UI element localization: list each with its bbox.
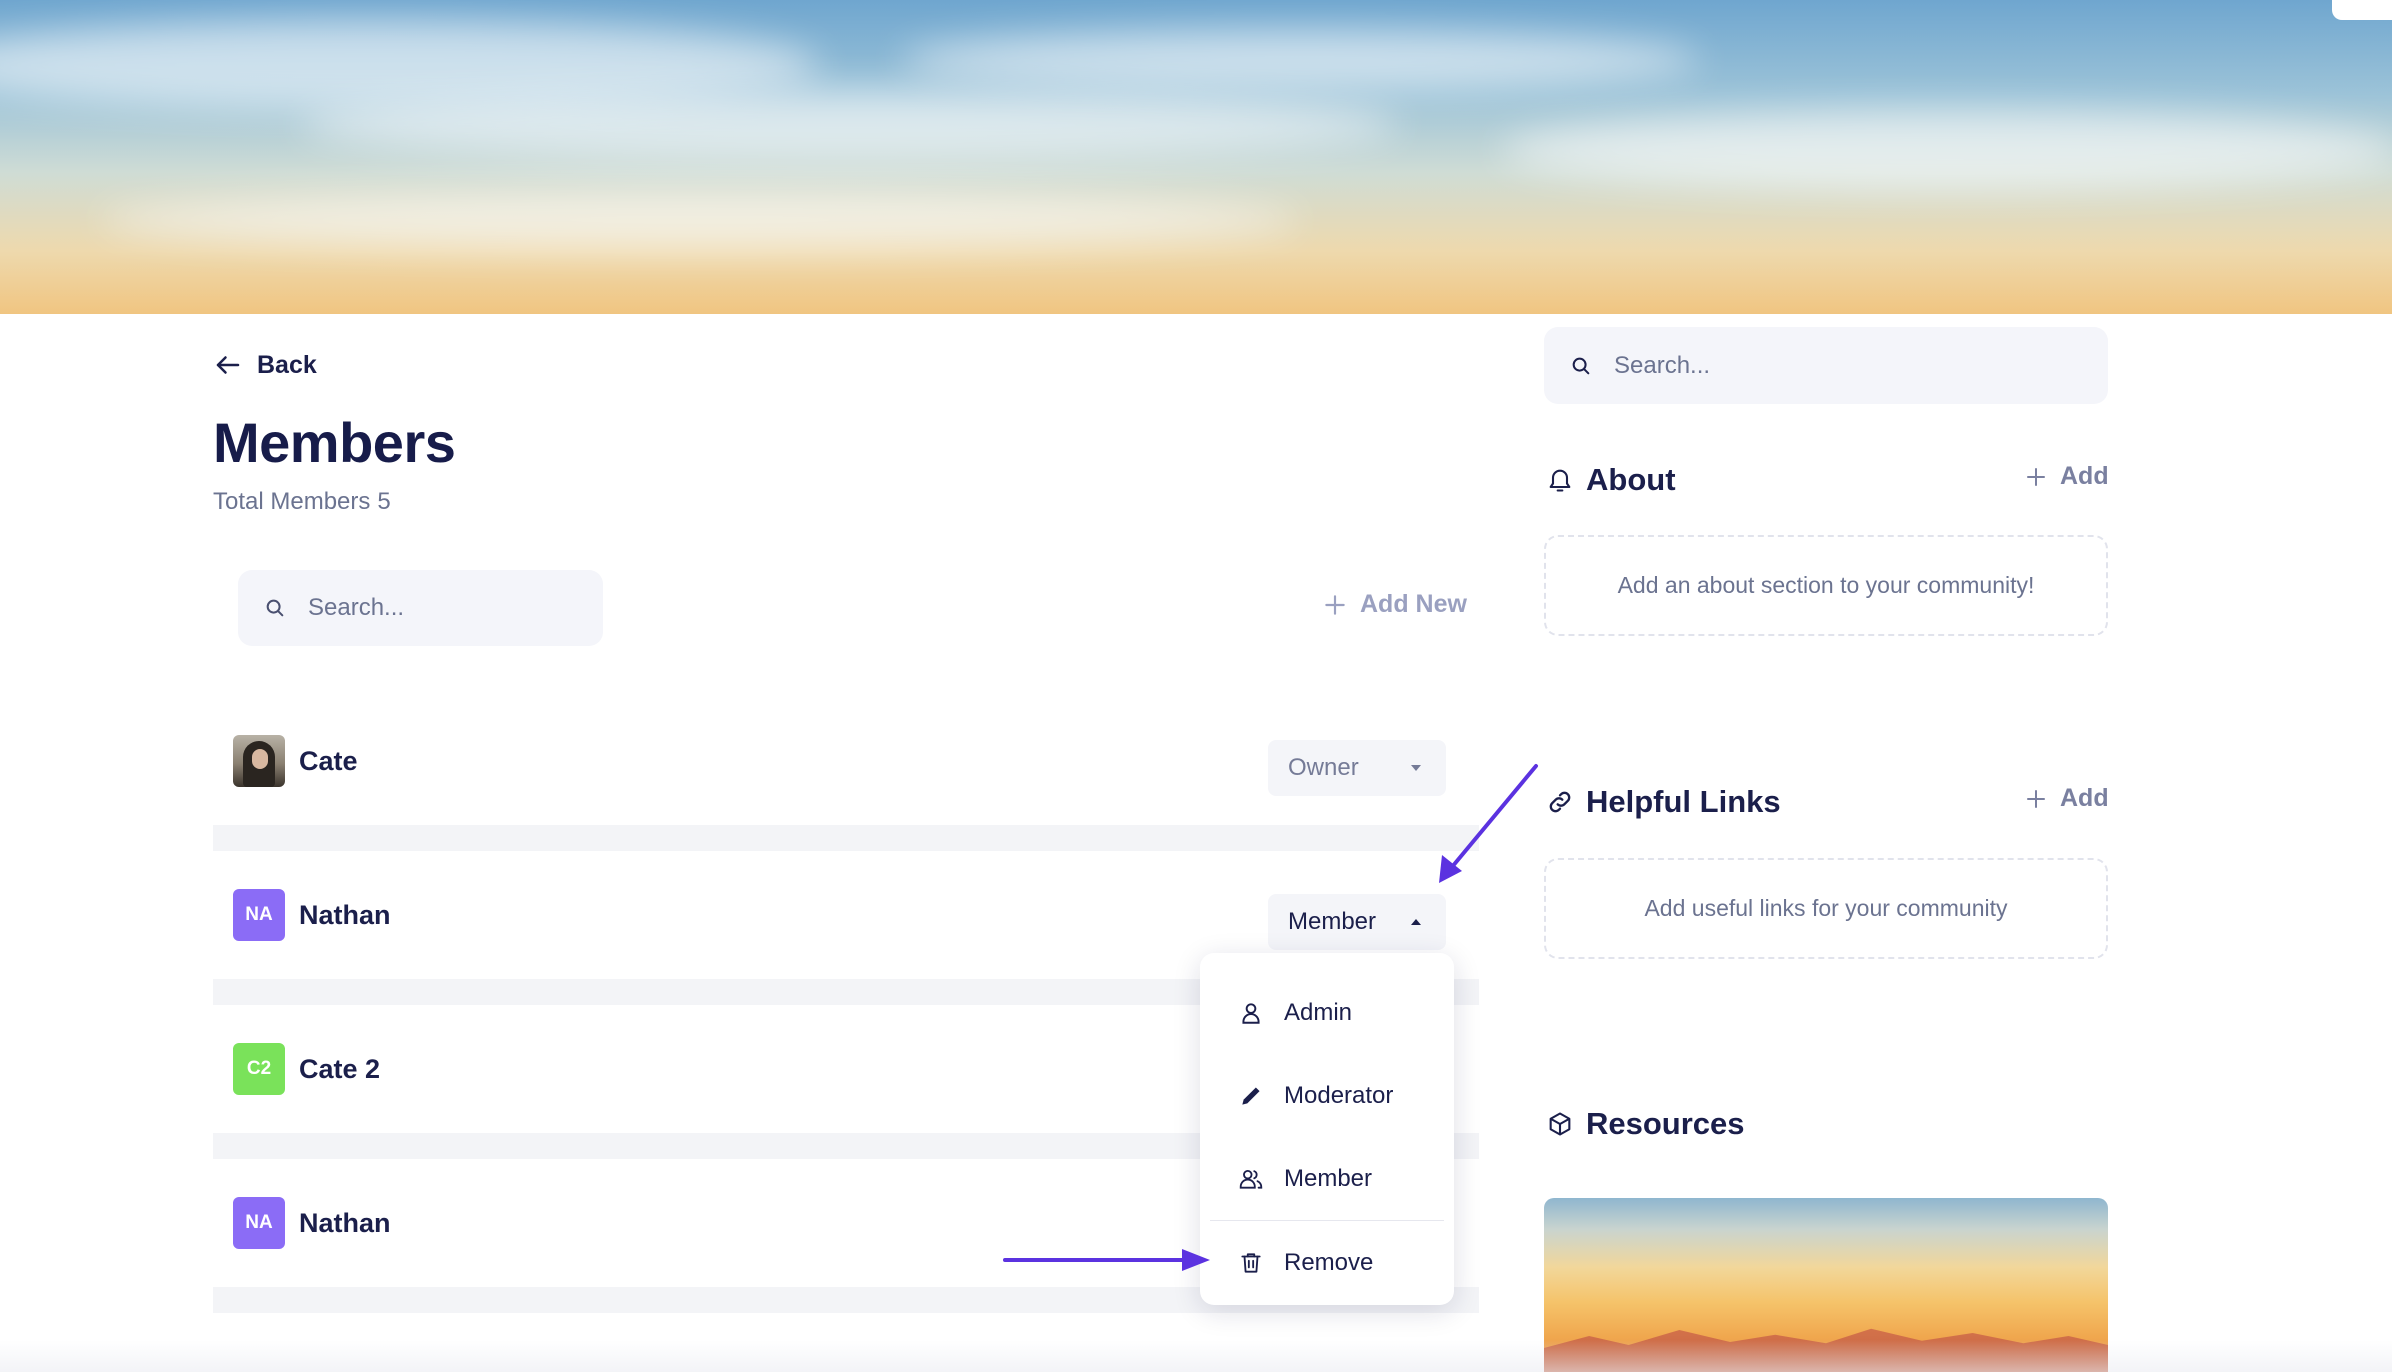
- person-icon: [1242, 1002, 1260, 1024]
- menu-item-label: Remove: [1284, 1248, 1374, 1276]
- members-search-input[interactable]: [308, 594, 577, 622]
- about-header: About: [1546, 462, 1676, 498]
- helpful-links-add-button[interactable]: Add: [2024, 784, 2109, 813]
- link-icon: [1549, 791, 1571, 813]
- member-name: Cate: [299, 745, 358, 776]
- resource-image[interactable]: [1544, 1198, 2108, 1372]
- sidebar-search-input[interactable]: [1614, 351, 2082, 380]
- avatar: [233, 735, 285, 787]
- page-title: Members: [213, 411, 456, 474]
- total-members-label: Total Members: [213, 488, 371, 515]
- add-label: Add: [2060, 462, 2109, 490]
- member-name: Nathan: [299, 899, 391, 930]
- menu-item-member[interactable]: Member: [1200, 1137, 1454, 1220]
- menu-item-label: Member: [1284, 1164, 1373, 1192]
- add-new-label: Add New: [1360, 590, 1467, 618]
- resources-title: Resources: [1586, 1106, 1745, 1141]
- add-label: Add: [2060, 784, 2109, 812]
- avatar: NA: [233, 889, 285, 941]
- caret-up-icon: [1411, 919, 1421, 925]
- plus-icon: [1325, 594, 1345, 615]
- avatar: C2: [233, 1043, 285, 1095]
- users-icon: [1239, 1169, 1263, 1189]
- menu-item-admin[interactable]: Admin: [1200, 971, 1454, 1054]
- resources-header: Resources: [1546, 1106, 1745, 1142]
- menu-item-remove[interactable]: Remove: [1200, 1221, 1454, 1304]
- role-select[interactable]: Member: [1268, 894, 1446, 950]
- menu-item-label: Moderator: [1284, 1081, 1394, 1109]
- role-select-value: Owner: [1288, 754, 1359, 781]
- helpful-links-header: Helpful Links: [1546, 784, 1781, 820]
- search-icon: [1572, 357, 1590, 374]
- sidebar-search-box[interactable]: [1544, 327, 2108, 404]
- member-name: Nathan: [299, 1207, 391, 1238]
- cube-icon: [1549, 1112, 1571, 1136]
- plus-icon: [2027, 789, 2045, 808]
- arrow-left-icon: [216, 356, 240, 374]
- member-row: Cate Owner: [213, 697, 1479, 825]
- banner-settings-button[interactable]: [2332, 0, 2392, 20]
- member-name: Cate 2: [299, 1053, 381, 1084]
- menu-item-label: Admin: [1284, 998, 1353, 1026]
- search-icon: [266, 599, 284, 617]
- add-new-member-button[interactable]: Add New: [1322, 590, 1467, 619]
- members-search-box[interactable]: [238, 570, 603, 646]
- avatar: NA: [233, 1197, 285, 1249]
- role-select-value: Member: [1288, 908, 1377, 935]
- role-dropdown-menu: Admin Moderator Member Remove: [1200, 953, 1454, 1305]
- about-add-button[interactable]: Add: [2024, 462, 2109, 491]
- pencil-icon: [1242, 1086, 1260, 1105]
- total-members-count: 5: [377, 488, 391, 515]
- about-placeholder[interactable]: Add an about section to your community!: [1544, 535, 2108, 636]
- total-members-text: Total Members 5: [213, 488, 391, 516]
- plus-icon: [2027, 467, 2045, 486]
- trash-icon: [1241, 1252, 1261, 1273]
- bell-icon: [1549, 469, 1571, 492]
- role-select[interactable]: Owner: [1268, 740, 1446, 796]
- menu-item-moderator[interactable]: Moderator: [1200, 1054, 1454, 1137]
- helpful-links-title: Helpful Links: [1586, 784, 1781, 819]
- helpful-links-placeholder[interactable]: Add useful links for your community: [1544, 858, 2108, 959]
- back-button[interactable]: Back: [213, 350, 317, 380]
- caret-down-icon: [1411, 765, 1421, 771]
- about-title: About: [1586, 462, 1676, 497]
- cover-banner-image: [0, 0, 2392, 314]
- back-label: Back: [257, 350, 317, 379]
